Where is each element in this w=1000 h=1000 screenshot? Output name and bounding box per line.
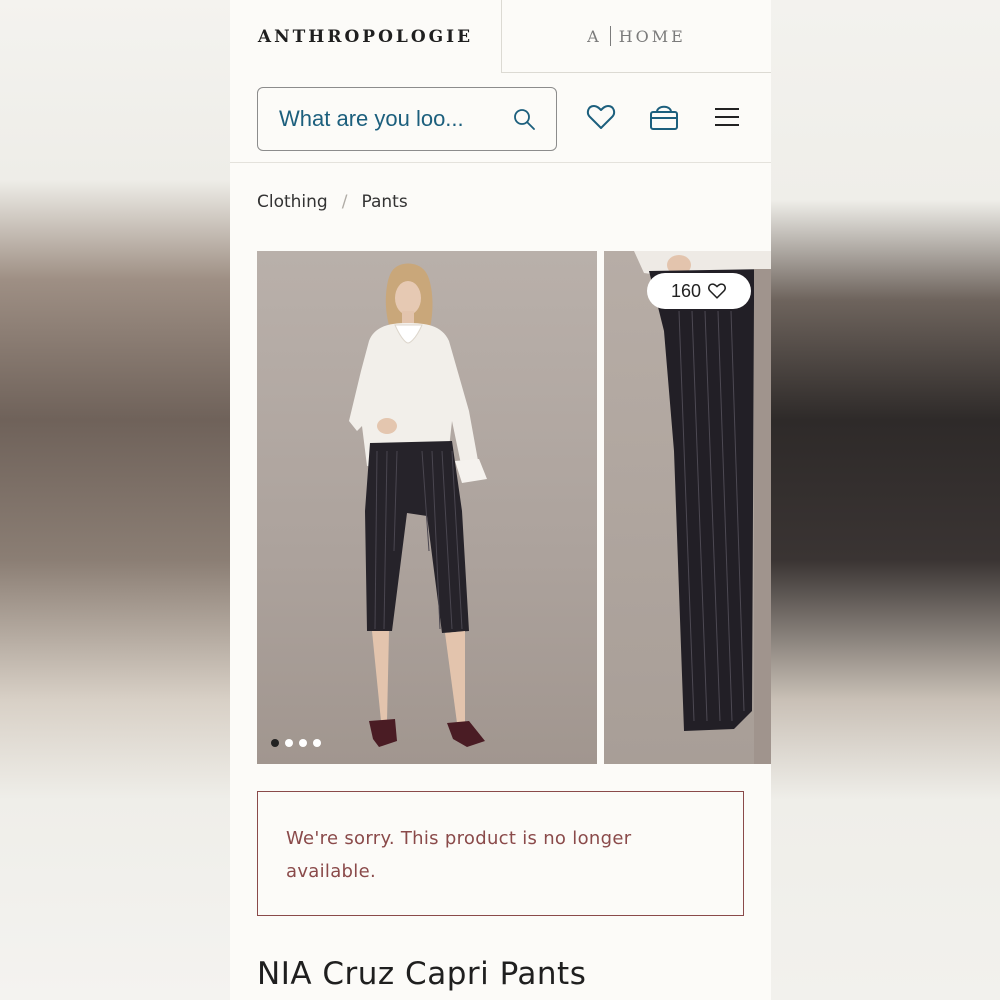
carousel-dots[interactable] (271, 739, 321, 747)
search-icon[interactable] (512, 107, 536, 131)
carousel-dot[interactable] (313, 739, 321, 747)
product-image-main[interactable] (257, 251, 597, 764)
home-tab-prefix: A (587, 26, 602, 46)
search-placeholder: What are you loo... (279, 106, 464, 131)
product-image-detail[interactable]: 160 (604, 251, 771, 764)
breadcrumb: Clothing / Pants (257, 192, 408, 212)
pants-detail-illustration (634, 251, 771, 764)
breadcrumb-pants[interactable]: Pants (361, 192, 407, 212)
heart-icon (708, 283, 726, 299)
header: What are you loo... (230, 73, 771, 163)
breadcrumb-clothing[interactable]: Clothing (257, 192, 328, 212)
carousel-dot[interactable] (285, 739, 293, 747)
page: ANTHROPOLOGIE A HOME What are you loo... (230, 0, 771, 1000)
carousel-dot[interactable] (299, 739, 307, 747)
background-left (0, 0, 230, 1000)
background-right (770, 0, 1000, 1000)
shopping-bag-icon[interactable] (648, 101, 680, 133)
likes-badge[interactable]: 160 (647, 273, 751, 309)
heart-icon[interactable] (585, 101, 617, 133)
product-title: NIA Cruz Capri Pants (257, 956, 587, 992)
search-input[interactable]: What are you loo... (257, 87, 557, 151)
unavailable-notice: We're sorry. This product is no longer a… (257, 791, 744, 916)
divider (609, 26, 611, 46)
product-gallery[interactable]: 160 (257, 251, 771, 764)
home-tab-label: HOME (618, 26, 686, 46)
menu-icon[interactable] (711, 101, 743, 133)
likes-count: 160 (670, 280, 702, 301)
model-illustration (349, 263, 487, 747)
carousel-dot[interactable] (271, 739, 279, 747)
anthropologie-logo[interactable]: ANTHROPOLOGIE (230, 0, 501, 73)
breadcrumb-separator: / (341, 192, 348, 212)
unavailable-message: We're sorry. This product is no longer a… (286, 828, 632, 882)
home-tab[interactable]: A HOME (501, 0, 771, 73)
brand-bar: ANTHROPOLOGIE A HOME (230, 0, 771, 73)
